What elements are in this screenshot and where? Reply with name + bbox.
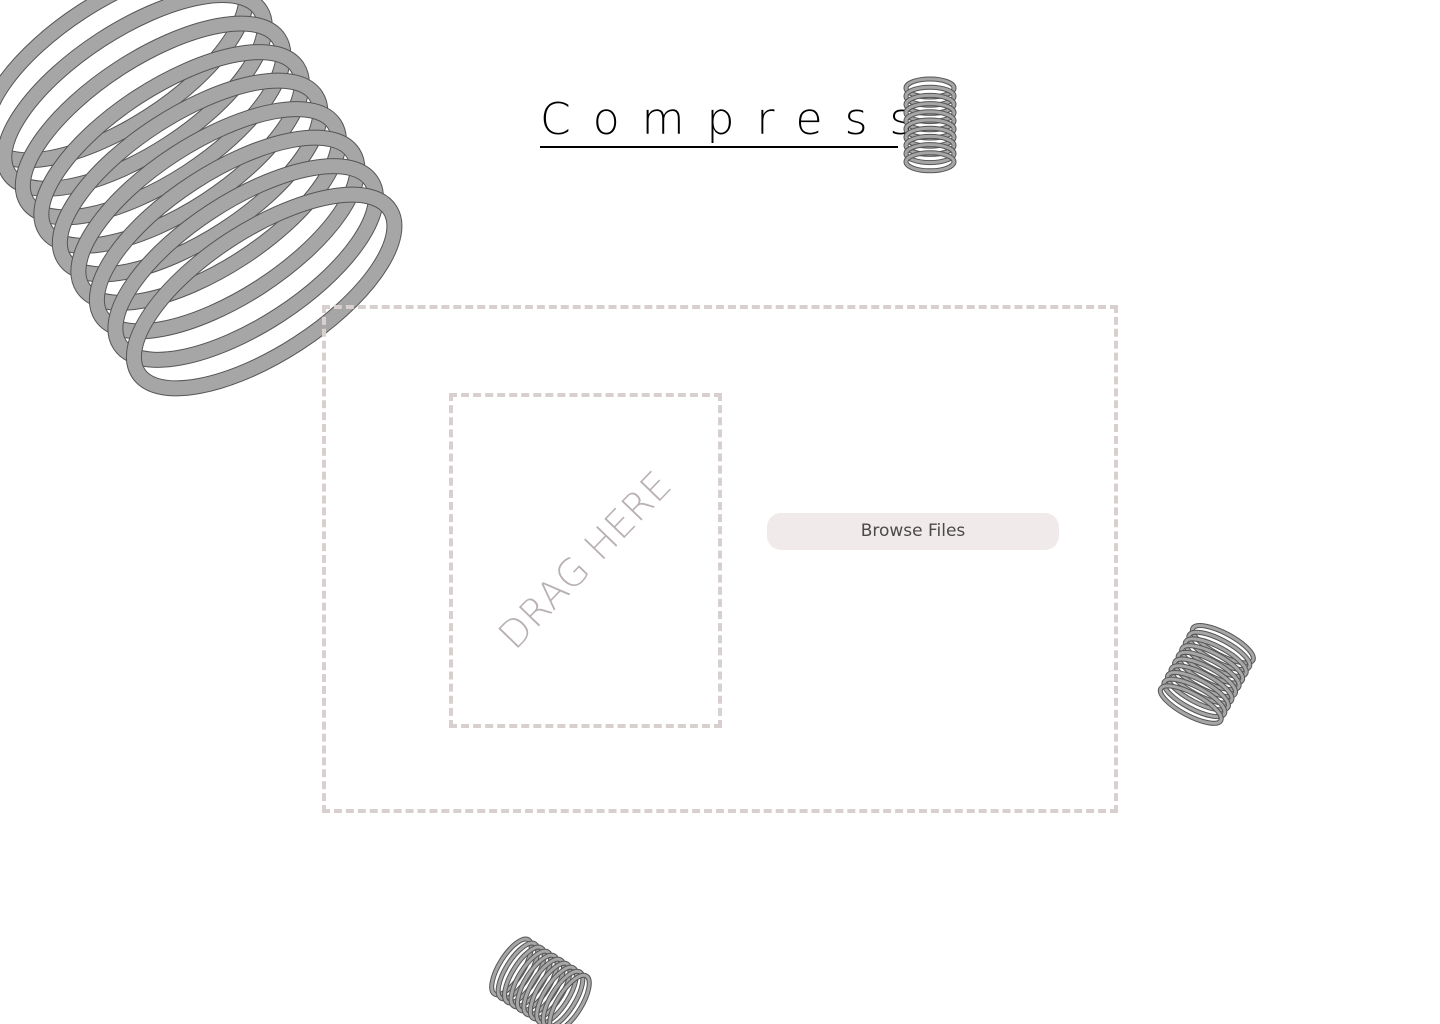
- small-spring-icon: [1157, 623, 1256, 726]
- title-underline: [540, 146, 898, 148]
- browse-files-button[interactable]: Browse Files: [767, 513, 1059, 550]
- title-spring-icon: [903, 76, 957, 174]
- page-title: Compress: [540, 94, 935, 145]
- bottom-spring-icon: [489, 936, 592, 1024]
- page: Compress DRAG HERE Browse Files: [0, 0, 1440, 1024]
